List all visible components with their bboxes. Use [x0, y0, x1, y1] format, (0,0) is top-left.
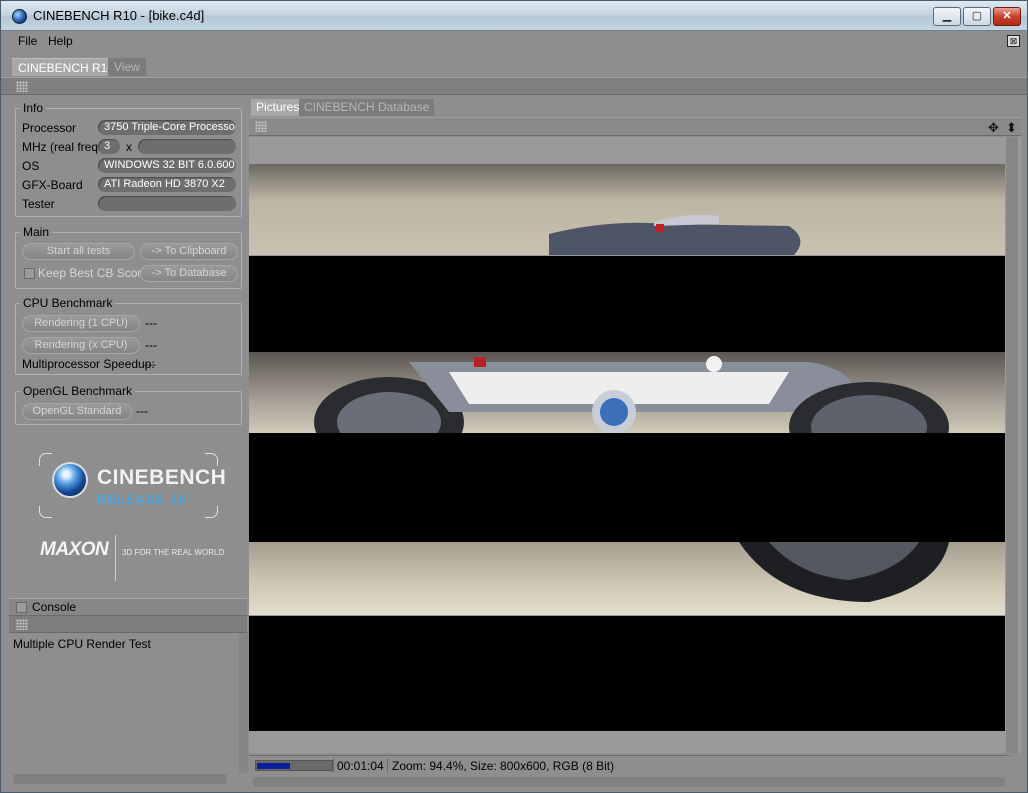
- cinebench-app-icon: [12, 9, 27, 24]
- cpu-benchmark-legend: CPU Benchmark: [20, 296, 116, 310]
- render-progress-bar: [255, 760, 333, 771]
- right-panel: Pictures CINEBENCH Database ✥ ⬍ 00:01:04…: [249, 95, 1021, 787]
- render-bucket-3: [249, 542, 1005, 615]
- rendering-1cpu-button[interactable]: Rendering (1 CPU): [22, 315, 140, 332]
- processor-field[interactable]: 3750 Triple-Core Processor: [98, 120, 236, 135]
- console-horizontal-scrollbar[interactable]: [13, 774, 227, 784]
- tester-label: Tester: [22, 197, 55, 211]
- cpu-benchmark-group: CPU Benchmark Rendering (1 CPU) --- Rend…: [15, 296, 242, 375]
- app-window: CINEBENCH R10 - [bike.c4d] ▁ ▢ ✕ File He…: [0, 0, 1028, 793]
- status-bar: 00:01:04 Zoom: 94.4%, Size: 800x600, RGB…: [249, 755, 1009, 775]
- rendering-xcpu-result: ---: [145, 338, 157, 352]
- zoom-icon[interactable]: ⬍: [1006, 120, 1017, 136]
- bike-tail-render: [549, 214, 801, 255]
- info-group: Info Processor 3750 Triple-Core Processo…: [15, 101, 242, 217]
- mhz-frequency-field[interactable]: [138, 139, 236, 154]
- tester-field[interactable]: [98, 196, 236, 211]
- status-separator-2: [387, 758, 388, 773]
- maxon-tagline: 3D FOR THE REAL WORLD: [122, 548, 225, 557]
- grip-handle-icon[interactable]: [16, 81, 28, 92]
- main-legend: Main: [20, 225, 53, 239]
- move-icon[interactable]: ✥: [988, 120, 999, 136]
- layout-icon[interactable]: ⊠: [1007, 35, 1020, 47]
- menu-file[interactable]: File: [18, 34, 37, 48]
- os-label: OS: [22, 159, 40, 173]
- render-unfinished-region-3: [249, 616, 1005, 731]
- render-time: 00:01:04: [337, 759, 384, 773]
- console-vertical-scrollbar[interactable]: [239, 633, 248, 773]
- logo-title: CINEBENCH: [97, 466, 227, 489]
- main-group: Main Start all tests -> To Clipboard Kee…: [15, 225, 242, 289]
- render-bucket-2: [249, 352, 1005, 472]
- menu-bar: File Help ⊠: [1, 31, 1027, 51]
- minimize-button[interactable]: ▁: [933, 7, 961, 26]
- picture-toolbar: ✥ ⬍: [249, 117, 1021, 136]
- console-toggle-checkbox[interactable]: [16, 602, 27, 613]
- console-label: Console: [32, 600, 77, 614]
- info-legend: Info: [20, 101, 47, 115]
- title-bar: CINEBENCH R10 - [bike.c4d] ▁ ▢ ✕: [1, 1, 1027, 31]
- bike-wheel-render: [739, 542, 949, 602]
- logo-subtitle: RELEASE 10: [97, 492, 187, 507]
- console-grip-icon[interactable]: [16, 619, 28, 630]
- opengl-standard-result: ---: [136, 404, 148, 418]
- cinebench-sphere-icon: [52, 462, 88, 498]
- to-clipboard-button[interactable]: -> To Clipboard: [140, 243, 238, 260]
- render-viewport[interactable]: [249, 137, 1021, 753]
- speedup-value: ---: [144, 357, 156, 371]
- maxon-logo: MAXON: [40, 539, 109, 560]
- rendering-xcpu-button[interactable]: Rendering (x CPU): [22, 337, 140, 354]
- start-all-tests-button[interactable]: Start all tests: [22, 243, 135, 260]
- maxon-divider: [115, 535, 116, 581]
- render-bucket-1: [249, 164, 1005, 255]
- gfx-label: GFX-Board: [22, 178, 83, 192]
- keep-best-checkbox[interactable]: [24, 268, 35, 279]
- main-tab-row: CINEBENCH R10 View: [1, 51, 1027, 77]
- console-text: Multiple CPU Render Test: [13, 637, 151, 651]
- cinebench-logo: CINEBENCH RELEASE 10: [38, 452, 226, 519]
- status-separator: [333, 758, 334, 773]
- maximize-button[interactable]: ▢: [963, 7, 991, 26]
- grip-bar: [1, 77, 1027, 95]
- rendering-1cpu-result: ---: [145, 316, 157, 330]
- tab-cinebench-database[interactable]: CINEBENCH Database: [299, 99, 435, 116]
- render-unfinished-region-2: [249, 433, 1005, 542]
- tab-cinebench[interactable]: CINEBENCH R10: [12, 58, 121, 76]
- bike-body-render: [314, 356, 949, 472]
- os-field[interactable]: WINDOWS 32 BIT 6.0.600: [98, 158, 236, 173]
- picture-grip-icon[interactable]: [255, 121, 267, 132]
- console-output[interactable]: Multiple CPU Render Test: [9, 633, 248, 773]
- processor-label: Processor: [22, 121, 77, 135]
- mhz-label: MHz (real freq.): [22, 140, 106, 154]
- render-progress-fill: [257, 763, 291, 769]
- speedup-label: Multiprocessor Speedup:: [22, 357, 155, 371]
- mhz-count-field[interactable]: 3: [98, 139, 120, 154]
- mhz-multiplier: x: [126, 140, 132, 154]
- menu-help[interactable]: Help: [48, 34, 73, 48]
- close-button[interactable]: ✕: [993, 7, 1021, 26]
- gfx-field[interactable]: ATI Radeon HD 3870 X2: [98, 177, 236, 192]
- keep-best-label: Keep Best CB Score: [38, 266, 149, 280]
- to-database-button[interactable]: -> To Database: [140, 265, 238, 282]
- opengl-benchmark-group: OpenGL Benchmark OpenGL Standard ---: [15, 384, 242, 425]
- window-title: CINEBENCH R10 - [bike.c4d]: [33, 8, 205, 23]
- tab-pictures[interactable]: Pictures: [251, 99, 305, 116]
- render-unfinished-region: [249, 256, 1005, 352]
- render-details: Zoom: 94.4%, Size: 800x600, RGB (8 Bit): [392, 759, 615, 773]
- console-header: Console: [9, 598, 247, 616]
- opengl-standard-button[interactable]: OpenGL Standard: [22, 403, 132, 420]
- render-vertical-scrollbar[interactable]: [1006, 137, 1018, 753]
- console-grip-bar: [9, 616, 247, 633]
- tab-view[interactable]: View: [108, 58, 146, 76]
- render-horizontal-scrollbar[interactable]: [253, 777, 1005, 787]
- opengl-benchmark-legend: OpenGL Benchmark: [20, 384, 135, 398]
